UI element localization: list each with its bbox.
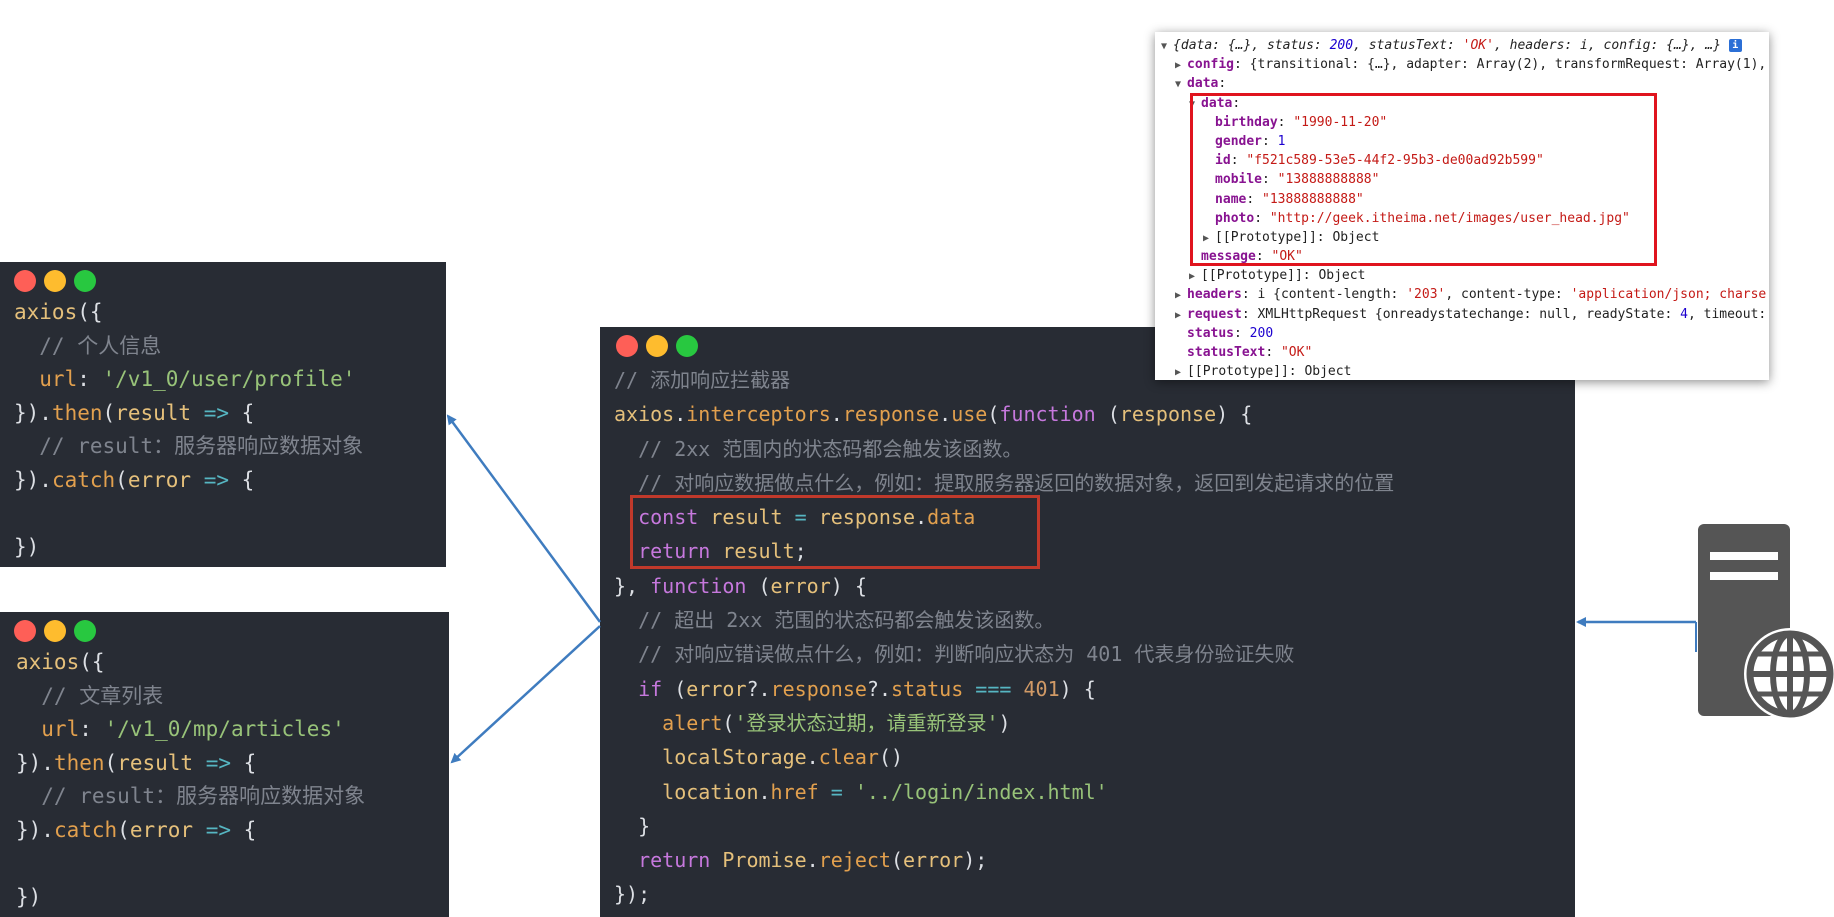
arrow-to-articles-panel bbox=[450, 625, 601, 764]
flow-arrows bbox=[446, 414, 1697, 764]
arrow-to-profile-panel bbox=[446, 414, 602, 623]
